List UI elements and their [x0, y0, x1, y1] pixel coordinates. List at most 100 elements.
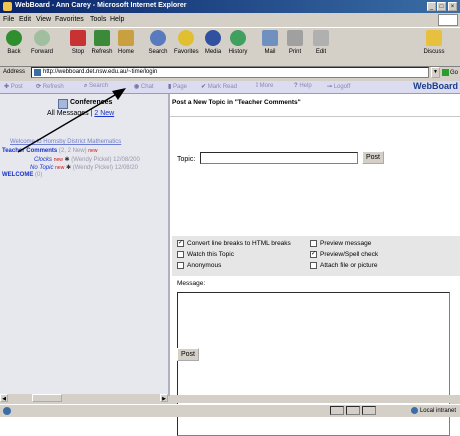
checkbox-icon[interactable] — [310, 240, 317, 247]
menu-bar: File Edit View Favorites Tools Help — [0, 14, 460, 26]
maximize-button[interactable]: □ — [437, 2, 446, 11]
topic-input[interactable] — [200, 152, 358, 164]
zone-label: Local intranet — [419, 408, 456, 415]
option-label: Preview/Spell check — [320, 251, 379, 259]
conference-name: WELCOME — [2, 172, 34, 178]
topic-label: Topic: — [177, 156, 196, 163]
page-icon — [34, 69, 41, 76]
menu-file[interactable]: File — [3, 16, 14, 23]
left-horizontal-scrollbar[interactable]: ◀ ▶ — [0, 394, 168, 402]
new-badge: new — [55, 165, 65, 171]
conference-counts: (2, 2 New) — [58, 148, 87, 154]
back-arrow-icon — [6, 30, 22, 46]
history-label: History — [228, 49, 248, 55]
scroll-left-icon[interactable]: ◀ — [0, 394, 8, 402]
window-title: WebBoard - Ann Carey - Microsoft Interne… — [15, 2, 187, 9]
menu-tools[interactable]: Tools — [90, 16, 106, 23]
conference-teacher-comments[interactable]: Teacher Comments (2, 2 New) new — [2, 148, 97, 154]
option-label: Attach file or picture — [320, 262, 378, 270]
media-button[interactable]: Media — [201, 30, 225, 55]
search-icon — [150, 30, 166, 46]
checkbox-icon[interactable] — [310, 262, 317, 269]
conferences-title: Conferences — [70, 99, 113, 106]
favorites-button[interactable]: Favorites — [174, 30, 199, 55]
option-watch-topic[interactable]: Watch this Topic — [177, 251, 234, 258]
nav-refresh[interactable]: ⟳ Refresh — [36, 83, 64, 90]
menu-edit[interactable]: Edit — [19, 16, 31, 23]
nav-chat[interactable]: ◉ Chat — [134, 83, 154, 90]
back-button[interactable]: Back — [2, 30, 26, 55]
conference-counts: (0) — [35, 172, 43, 178]
checkbox-icon[interactable] — [177, 251, 184, 258]
status-bar: Local intranet — [0, 404, 460, 417]
go-label: Go — [450, 70, 459, 77]
go-arrow-icon — [442, 69, 449, 76]
refresh-button[interactable]: Refresh — [90, 30, 114, 55]
conference-list-frame: Conferences All Messages | 2 New Welcome… — [0, 94, 170, 396]
conferences-icon — [58, 99, 68, 109]
windows-logo-icon — [438, 14, 458, 26]
stop-button[interactable]: Stop — [66, 30, 90, 55]
forward-button[interactable]: Forward — [30, 30, 54, 55]
post-button-bottom[interactable]: Post — [177, 348, 199, 361]
address-bar: Address http://webboard.det.nsw.edu.au/~… — [0, 66, 460, 80]
nav-search-label: Search — [89, 83, 109, 89]
home-icon — [118, 30, 134, 46]
mail-button[interactable]: Mail — [258, 30, 282, 55]
scroll-right-icon[interactable]: ▶ — [160, 394, 168, 402]
print-button[interactable]: Print — [283, 30, 307, 55]
menu-view[interactable]: View — [36, 16, 51, 23]
menu-help[interactable]: Help — [110, 16, 124, 23]
new-messages-link[interactable]: 2 New — [94, 110, 114, 117]
media-icon — [205, 30, 221, 46]
search-button[interactable]: Search — [146, 30, 170, 55]
minimize-button[interactable]: _ — [427, 2, 436, 11]
nav-search[interactable]: ⌕ Search — [84, 83, 108, 90]
option-label: Anonymous — [187, 262, 222, 270]
home-button[interactable]: Home — [114, 30, 138, 55]
post-form-title: Post a New Topic in "Teacher Comments" — [172, 99, 301, 106]
checkbox-checked-icon[interactable]: ✓ — [310, 251, 317, 258]
security-zone: Local intranet — [410, 407, 456, 415]
menu-favorites[interactable]: Favorites — [55, 16, 84, 23]
webboard-nav-bar: ✚ Post ⟳ Refresh ⌕ Search ◉ Chat ▮ Page … — [0, 81, 460, 94]
post-button-top[interactable]: Post — [362, 151, 384, 164]
nav-page-label: Page — [172, 84, 187, 90]
conference-welcome[interactable]: WELCOME (0) — [2, 172, 42, 178]
mail-icon — [262, 30, 278, 46]
nav-logoff-label: Logoff — [333, 84, 351, 90]
discuss-button[interactable]: Discuss — [422, 30, 446, 55]
go-button[interactable]: Go — [442, 69, 458, 76]
post-options-panel: ✓ Convert line breaks to HTML breaks Prev… — [172, 236, 460, 276]
topic-clocks[interactable]: Clocks new ✱ (Wendy Pickel) 12/08/200 — [34, 156, 140, 163]
option-convert-line-breaks[interactable]: ✓ Convert line breaks to HTML breaks — [177, 240, 291, 247]
history-button[interactable]: History — [226, 30, 250, 55]
address-dropdown-button[interactable]: ▼ — [431, 67, 440, 78]
checkbox-icon[interactable] — [177, 262, 184, 269]
conference-name: Teacher Comments — [2, 148, 58, 154]
checkbox-checked-icon[interactable]: ✓ — [177, 240, 184, 247]
option-attach-file[interactable]: Attach file or picture — [310, 262, 377, 269]
option-anonymous[interactable]: Anonymous — [177, 262, 221, 269]
ie-app-icon — [3, 2, 12, 11]
stop-icon — [70, 30, 86, 46]
nav-post[interactable]: ✚ Post — [4, 83, 23, 90]
address-input[interactable]: http://webboard.det.nsw.edu.au/~time/log… — [31, 67, 429, 78]
topic-status-icon: ✱ — [66, 165, 72, 171]
option-preview-message[interactable]: Preview message — [310, 240, 371, 247]
option-preview-spell-check[interactable]: ✓ Preview/Spell check — [310, 251, 378, 258]
nav-refresh-label: Refresh — [42, 84, 64, 90]
refresh-label: Refresh — [91, 49, 113, 55]
nav-page[interactable]: ▮ Page — [168, 83, 187, 90]
nav-mark-read[interactable]: ✔ Mark Read — [201, 83, 237, 90]
welcome-link[interactable]: Welcome to Hornsby District Mathematics — [10, 139, 121, 145]
nav-chat-label: Chat — [140, 84, 154, 90]
topic-no-topic[interactable]: No Topic new ✱ (Wendy Pickel) 12/08/20 — [30, 164, 138, 171]
nav-more[interactable]: ⁞ More — [256, 83, 273, 89]
close-button[interactable]: × — [448, 2, 457, 11]
nav-help[interactable]: ? Help — [294, 83, 312, 89]
edit-button[interactable]: Edit — [309, 30, 333, 55]
right-horizontal-scrollbar[interactable] — [170, 395, 460, 403]
scroll-thumb[interactable] — [32, 394, 62, 402]
nav-logoff[interactable]: ⊸ Logoff — [327, 83, 350, 90]
